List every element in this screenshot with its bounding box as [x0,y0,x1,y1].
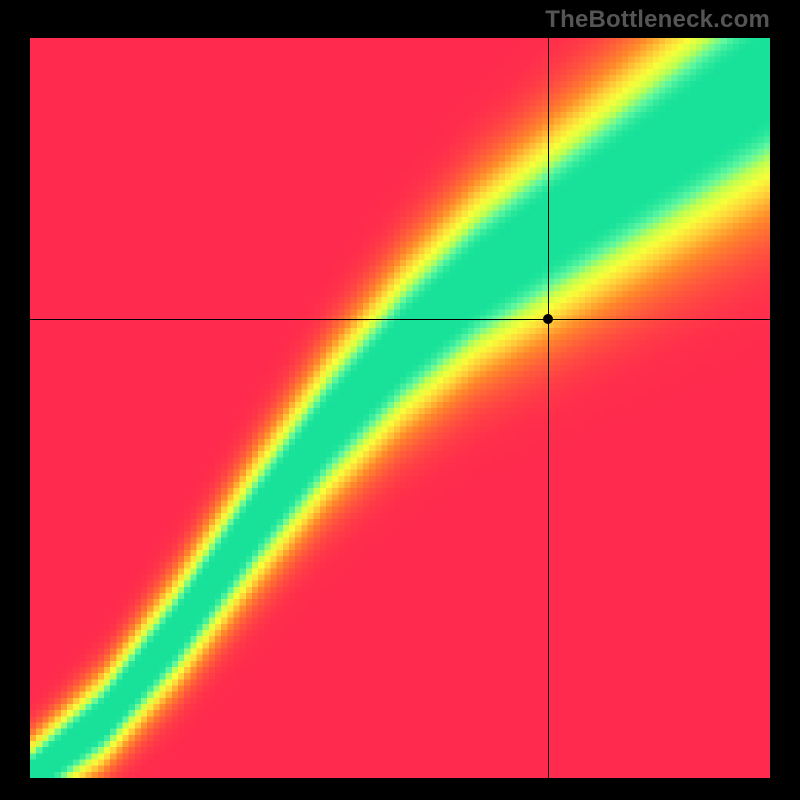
chart-frame: TheBottleneck.com [0,0,800,800]
watermark-text: TheBottleneck.com [545,6,770,34]
heatmap-plot [30,38,770,778]
heatmap-canvas [30,38,770,778]
